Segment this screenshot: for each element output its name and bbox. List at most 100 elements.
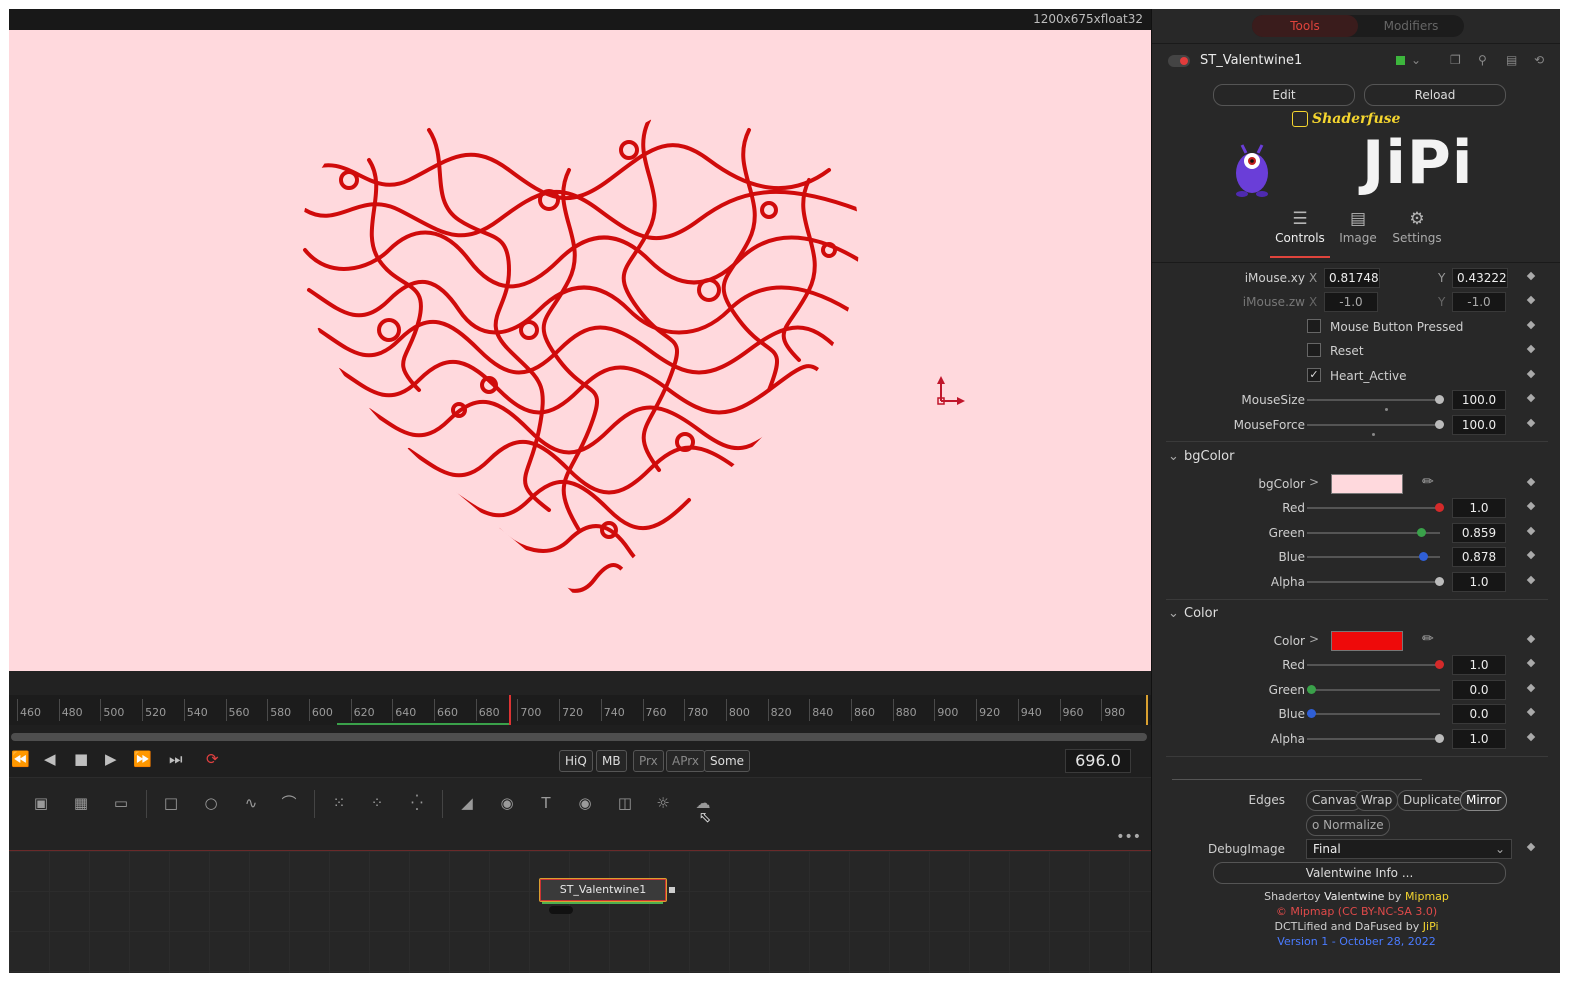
bgcolor-alpha-field[interactable]: 1.0 bbox=[1452, 571, 1506, 592]
rectangle-mask-icon[interactable]: □ bbox=[161, 794, 181, 812]
node-output-port[interactable] bbox=[669, 887, 675, 893]
image-tool-icon[interactable]: ▦ bbox=[71, 794, 91, 812]
slider-knob[interactable] bbox=[1419, 552, 1429, 561]
mouse-force-field[interactable]: 100.0 bbox=[1452, 415, 1506, 435]
keyframe-icon[interactable] bbox=[1526, 369, 1536, 379]
ellipse-mask-icon[interactable]: ○ bbox=[201, 794, 221, 812]
text3d-icon[interactable]: T bbox=[536, 794, 556, 812]
imouse-w-field[interactable]: -1.0 bbox=[1452, 292, 1506, 312]
bgcolor-swatch[interactable] bbox=[1331, 474, 1403, 494]
slider-knob[interactable] bbox=[1435, 660, 1444, 669]
particle-merge-icon[interactable]: ⁛ bbox=[407, 794, 427, 812]
keyframe-icon[interactable] bbox=[1526, 842, 1536, 852]
polygon-mask-icon[interactable]: ∿ bbox=[241, 794, 261, 812]
timeline-scrollbar[interactable] bbox=[11, 733, 1147, 741]
background-tool-icon[interactable]: ▣ bbox=[31, 794, 51, 812]
edges-wrap-button[interactable]: Wrap bbox=[1355, 790, 1399, 811]
tab-controls[interactable]: ☰ Controls bbox=[1270, 209, 1330, 245]
bgcolor-blue-slider[interactable] bbox=[1307, 552, 1440, 561]
imouse-z-field[interactable]: -1.0 bbox=[1324, 292, 1378, 312]
bspline-mask-icon[interactable]: ⌒ bbox=[279, 794, 299, 812]
slider-knob[interactable] bbox=[1435, 503, 1444, 512]
tool-color-chip[interactable] bbox=[1396, 56, 1405, 65]
valentwine-info-button[interactable]: Valentwine Info ... bbox=[1213, 862, 1506, 884]
chevron-right-icon[interactable]: > bbox=[1309, 632, 1319, 646]
keyframe-icon[interactable] bbox=[1526, 477, 1536, 487]
keyframe-icon[interactable] bbox=[1526, 418, 1536, 428]
fast-forward-icon[interactable]: ⏩ bbox=[133, 750, 152, 768]
viewer-canvas[interactable] bbox=[9, 30, 1151, 671]
color-alpha-field[interactable]: 1.0 bbox=[1452, 728, 1506, 749]
timeline-ruler[interactable]: 460 480 500 520 540 560 580 600 620 640 660 680 700 7… bbox=[9, 695, 1151, 725]
tab-tools[interactable]: Tools bbox=[1252, 15, 1358, 37]
tab-settings[interactable]: ⚙ Settings bbox=[1387, 209, 1447, 245]
mouse-size-field[interactable]: 100.0 bbox=[1452, 390, 1506, 410]
keyframe-icon[interactable] bbox=[1526, 575, 1536, 584]
bgcolor-red-slider[interactable] bbox=[1307, 503, 1444, 512]
imouse-y-field[interactable]: 0.432221 bbox=[1452, 268, 1508, 288]
shape3d-icon[interactable]: ◢ bbox=[457, 794, 477, 812]
keyframe-icon[interactable] bbox=[1526, 683, 1536, 692]
mouse-size-slider[interactable] bbox=[1307, 395, 1444, 411]
keyframe-icon[interactable] bbox=[1526, 526, 1536, 535]
color-green-slider[interactable] bbox=[1307, 684, 1440, 694]
prx-button[interactable]: Prx bbox=[633, 750, 664, 772]
merge3d-icon[interactable]: ◉ bbox=[497, 794, 517, 812]
keyframe-icon[interactable] bbox=[1526, 550, 1536, 560]
some-button[interactable]: Some bbox=[704, 750, 751, 772]
slider-knob[interactable] bbox=[1307, 709, 1316, 718]
keyframe-icon[interactable] bbox=[1526, 393, 1536, 403]
play-icon[interactable]: ▶ bbox=[105, 750, 117, 768]
edges-canvas-button[interactable]: Canvas bbox=[1306, 790, 1363, 811]
more-options-icon[interactable]: ••• bbox=[1116, 829, 1141, 845]
imouse-x-field[interactable]: 0.817486 bbox=[1324, 268, 1380, 288]
keyframe-icon[interactable] bbox=[1526, 344, 1536, 354]
mouse-force-slider[interactable] bbox=[1307, 420, 1444, 436]
credits-shader-name[interactable]: Valentwine bbox=[1324, 890, 1384, 903]
chevron-down-icon[interactable]: ⌄ bbox=[1411, 53, 1421, 67]
mouse-button-pressed-checkbox[interactable] bbox=[1307, 319, 1321, 333]
slider-knob[interactable] bbox=[1435, 733, 1444, 743]
keyframe-icon[interactable] bbox=[1526, 501, 1536, 511]
heart-active-checkbox[interactable]: ✓ bbox=[1307, 368, 1321, 382]
color-red-field[interactable]: 1.0 bbox=[1452, 655, 1506, 675]
tab-image[interactable]: ▤ Image bbox=[1328, 209, 1388, 245]
eyedropper-icon[interactable]: ✏ bbox=[1422, 631, 1434, 647]
mb-button[interactable]: MB bbox=[596, 750, 627, 772]
reload-button[interactable]: Reload bbox=[1364, 84, 1506, 106]
current-frame-field[interactable]: 696.0 bbox=[1065, 749, 1131, 773]
reset-checkbox[interactable] bbox=[1307, 343, 1321, 357]
eyedropper-icon[interactable]: ✏ bbox=[1422, 474, 1434, 490]
keyframe-icon[interactable] bbox=[1526, 295, 1536, 305]
bgcolor-blue-field[interactable]: 0.878 bbox=[1452, 547, 1506, 567]
cube3d-icon[interactable]: ◫ bbox=[615, 794, 635, 812]
stop-icon[interactable]: ■ bbox=[74, 750, 88, 768]
aprx-button[interactable]: APrx bbox=[666, 750, 705, 772]
slider-knob[interactable] bbox=[1435, 420, 1444, 429]
normalize-button[interactable]: o Normalize bbox=[1306, 815, 1390, 836]
playhead[interactable] bbox=[509, 695, 511, 725]
lock-icon[interactable]: ▤ bbox=[1506, 53, 1517, 67]
chevron-right-icon[interactable]: > bbox=[1309, 475, 1319, 489]
loop-icon[interactable]: ⟳ bbox=[206, 750, 219, 768]
keyframe-icon[interactable] bbox=[1526, 634, 1536, 644]
node-st-valentwine[interactable]: ST_Valentwine1 bbox=[539, 878, 667, 902]
keyframe-icon[interactable] bbox=[1526, 658, 1536, 668]
version-icon[interactable]: ❐ bbox=[1450, 53, 1461, 67]
renderer3d-icon[interactable]: ☼ bbox=[653, 794, 673, 812]
edit-button[interactable]: Edit bbox=[1213, 84, 1355, 106]
skip-end-icon[interactable]: ⏭ bbox=[169, 750, 183, 768]
slider-knob[interactable] bbox=[1307, 684, 1316, 694]
slider-knob[interactable] bbox=[1416, 527, 1426, 537]
particle-emitter-icon[interactable]: ⁙ bbox=[329, 794, 349, 812]
transform-widget[interactable] bbox=[937, 376, 965, 405]
bgcolor-group-header[interactable]: ⌄ bgColor bbox=[1168, 449, 1234, 464]
slider-knob[interactable] bbox=[1435, 395, 1444, 404]
debug-image-dropdown[interactable]: Final ⌄ bbox=[1306, 839, 1512, 859]
color-blue-field[interactable]: 0.0 bbox=[1452, 704, 1506, 724]
bgcolor-green-slider[interactable] bbox=[1307, 527, 1440, 537]
reset-icon[interactable]: ⟲ bbox=[1534, 53, 1544, 67]
color-green-field[interactable]: 0.0 bbox=[1452, 679, 1506, 700]
node-input-port[interactable] bbox=[549, 906, 573, 914]
node-editor[interactable]: ST_Valentwine1 bbox=[9, 851, 1151, 973]
